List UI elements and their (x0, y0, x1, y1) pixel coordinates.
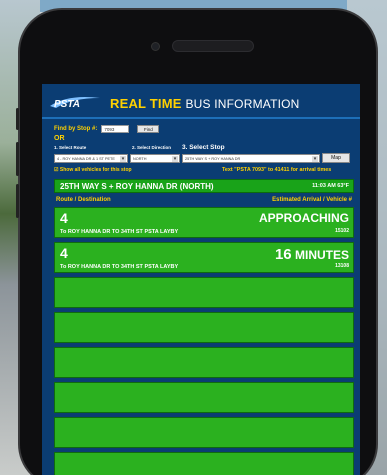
select-stop-label: 3. Select Stop (182, 144, 225, 151)
header-divider (42, 117, 360, 119)
time-temperature: 11:03 AM 63°F (312, 183, 349, 189)
arrival-eta: 16 MINUTES (275, 246, 349, 263)
empty-arrival-row (54, 452, 354, 475)
eta-minutes-number: 16 (274, 246, 292, 263)
chevron-down-icon: ▾ (172, 156, 178, 162)
title-rest: BUS INFORMATION (185, 96, 300, 111)
map-button[interactable]: Map (322, 153, 350, 163)
page-title: REAL TIME BUS INFORMATION (110, 96, 300, 111)
show-all-label: Show all vehicles for this stop (59, 167, 132, 173)
brand-header: PSTA REAL TIME BUS INFORMATION (48, 92, 300, 114)
arrival-row[interactable]: 4 To ROY HANNA DR TO 34TH ST PSTA LAYBY … (54, 242, 354, 273)
phone-screen: PSTA REAL TIME BUS INFORMATION Find by S… (42, 84, 360, 475)
estimated-arrival-header: Estimated Arrival / Vehicle # (272, 197, 352, 203)
empty-arrival-row (54, 277, 354, 308)
chevron-down-icon: ▾ (120, 156, 126, 162)
front-camera (151, 42, 160, 51)
empty-arrival-row (54, 347, 354, 378)
stop-header-bar: 25TH WAY S + ROY HANNA DR (NORTH) 11:03 … (54, 179, 354, 193)
route-select[interactable]: 4 - ROY HANNA DR & 1 ST PETE ▾ (54, 154, 128, 163)
chevron-down-icon: ▾ (312, 156, 318, 162)
route-select-value: 4 - ROY HANNA DR & 1 ST PETE (57, 157, 115, 161)
select-labels: 1. Select Route 2. Select Direction 3. S… (54, 144, 354, 153)
destination: To ROY HANNA DR TO 34TH ST PSTA LAYBY (60, 264, 179, 270)
select-direction-label: 2. Select Direction (132, 145, 172, 150)
select-row: 4 - ROY HANNA DR & 1 ST PETE ▾ NORTH ▾ 2… (54, 153, 354, 163)
stop-select-value: 25TH WAY S + ROY HANNA DR (185, 157, 241, 161)
select-route-label: 1. Select Route (54, 145, 87, 150)
volume-up-button (16, 142, 19, 176)
arrival-eta: APPROACHING (258, 211, 349, 225)
empty-arrival-row (54, 382, 354, 413)
direction-select[interactable]: NORTH ▾ (130, 154, 180, 163)
find-by-stop-row: Find by Stop #: 7093 Find (54, 125, 160, 133)
route-number: 4 (60, 210, 68, 226)
title-highlight: REAL TIME (110, 95, 182, 111)
stop-select[interactable]: 25TH WAY S + ROY HANNA DR ▾ (182, 154, 320, 163)
stop-number-input[interactable]: 7093 (101, 125, 130, 133)
find-stop-label: Find by Stop #: (54, 126, 98, 132)
vehicle-number: 15102 (335, 228, 349, 234)
earpiece-speaker (172, 40, 254, 52)
arrival-columns-header: Route / Destination Estimated Arrival / … (54, 197, 354, 205)
psta-logo-icon: PSTA (50, 97, 100, 110)
volume-down-button (16, 184, 19, 218)
logo-text: PSTA (54, 99, 80, 110)
destination: To ROY HANNA DR TO 34TH ST PSTA LAYBY (60, 229, 179, 235)
show-all-vehicles-link[interactable]: ☑ Show all vehicles for this stop (54, 167, 132, 173)
vehicle-number: 13108 (335, 263, 349, 269)
empty-arrival-row (54, 312, 354, 343)
route-destination-header: Route / Destination (56, 197, 111, 203)
eta-minutes-unit: MINUTES (295, 248, 349, 262)
stop-name: 25TH WAY S + ROY HANNA DR (NORTH) (60, 181, 214, 191)
sms-hint: Text "PSTA 7093" to 41411 for arrival ti… (222, 167, 332, 173)
empty-arrival-row (54, 417, 354, 448)
options-row: ☑ Show all vehicles for this stop Text "… (54, 167, 360, 175)
mute-switch (16, 108, 19, 130)
find-button[interactable]: Find (137, 125, 160, 133)
arrival-row[interactable]: 4 To ROY HANNA DR TO 34TH ST PSTA LAYBY … (54, 207, 354, 238)
route-number: 4 (60, 245, 68, 261)
or-label: OR (54, 135, 65, 142)
direction-select-value: NORTH (133, 157, 147, 161)
